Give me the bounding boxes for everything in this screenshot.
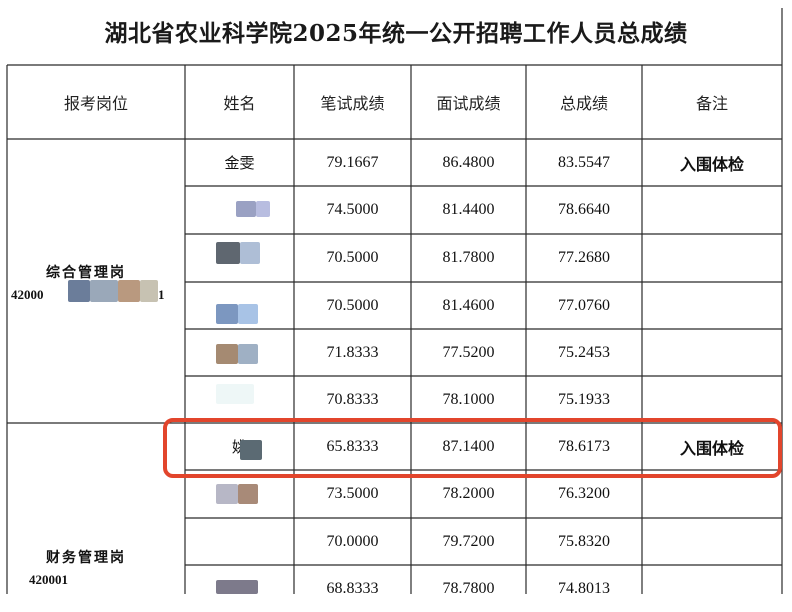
cell-remark bbox=[642, 329, 782, 376]
header-total: 总成绩 bbox=[559, 94, 608, 113]
cell-interview: 77.5200 bbox=[442, 343, 495, 361]
post-code-finance-admin: 420001 bbox=[29, 572, 68, 587]
cell-remark: 入围体检 bbox=[679, 154, 744, 174]
redaction-block bbox=[238, 484, 258, 504]
header-post: 报考岗位 bbox=[63, 94, 128, 113]
cell-interview: 78.7800 bbox=[442, 579, 495, 597]
redaction-block bbox=[236, 201, 256, 217]
redaction-block bbox=[118, 280, 140, 302]
cell-total: 83.5547 bbox=[558, 153, 610, 171]
cell-written: 70.5000 bbox=[326, 249, 379, 266]
redaction-block bbox=[216, 242, 240, 264]
cell-interview: 86.4800 bbox=[442, 153, 495, 171]
cell-total: 77.0760 bbox=[558, 296, 610, 314]
cell-written: 70.5000 bbox=[326, 296, 379, 314]
redaction-block bbox=[240, 242, 260, 264]
header-written: 笔试成绩 bbox=[320, 94, 385, 113]
cell-interview: 81.4600 bbox=[442, 296, 495, 314]
cell-name bbox=[185, 518, 294, 565]
header-name: 姓名 bbox=[223, 94, 256, 113]
cell-written: 70.0000 bbox=[326, 532, 379, 550]
cell-interview: 81.4400 bbox=[442, 201, 495, 218]
cell-total: 75.2453 bbox=[558, 343, 610, 361]
cell-total: 75.1933 bbox=[558, 390, 610, 408]
cell-remark bbox=[642, 234, 782, 282]
post-code-general-admin-tail: 1 bbox=[158, 287, 165, 302]
redaction-block bbox=[216, 484, 238, 504]
redaction-block bbox=[140, 280, 158, 302]
cell-remark bbox=[642, 282, 782, 329]
redaction-block bbox=[68, 280, 90, 302]
redaction-block bbox=[90, 280, 118, 302]
post-label-general-admin: 综合管理岗 bbox=[46, 265, 126, 281]
post-code-general-admin: 42000 bbox=[11, 287, 44, 302]
cell-remark bbox=[642, 565, 782, 612]
redaction-block bbox=[216, 344, 238, 364]
cell-written: 70.8333 bbox=[326, 390, 379, 408]
redaction-block bbox=[216, 384, 254, 404]
cell-interview: 78.1000 bbox=[442, 390, 495, 408]
redaction-block bbox=[216, 304, 238, 324]
cell-total: 77.2680 bbox=[558, 249, 610, 266]
highlight-box bbox=[163, 418, 782, 478]
cell-written: 74.5000 bbox=[326, 201, 379, 218]
cell-remark bbox=[642, 518, 782, 565]
cell-total: 78.6640 bbox=[558, 201, 610, 218]
cell-name: 金雯 bbox=[224, 154, 255, 172]
header-remark: 备注 bbox=[695, 94, 728, 113]
redaction-block bbox=[238, 304, 258, 324]
cell-interview: 79.7200 bbox=[442, 532, 495, 550]
cell-written: 68.8333 bbox=[326, 579, 379, 597]
redaction-block bbox=[216, 580, 258, 594]
cell-interview: 81.7800 bbox=[442, 249, 495, 266]
header-interview: 面试成绩 bbox=[436, 94, 501, 113]
redaction-block bbox=[256, 201, 270, 217]
cell-written: 79.1667 bbox=[326, 153, 379, 171]
cell-remark bbox=[642, 186, 782, 234]
redaction-block bbox=[238, 344, 258, 364]
post-label-finance-admin: 财务管理岗 bbox=[46, 550, 126, 566]
cell-total: 74.8013 bbox=[558, 579, 610, 597]
cell-total: 75.8320 bbox=[558, 532, 610, 550]
cell-written: 71.8333 bbox=[326, 343, 379, 361]
cell-remark bbox=[642, 376, 782, 423]
